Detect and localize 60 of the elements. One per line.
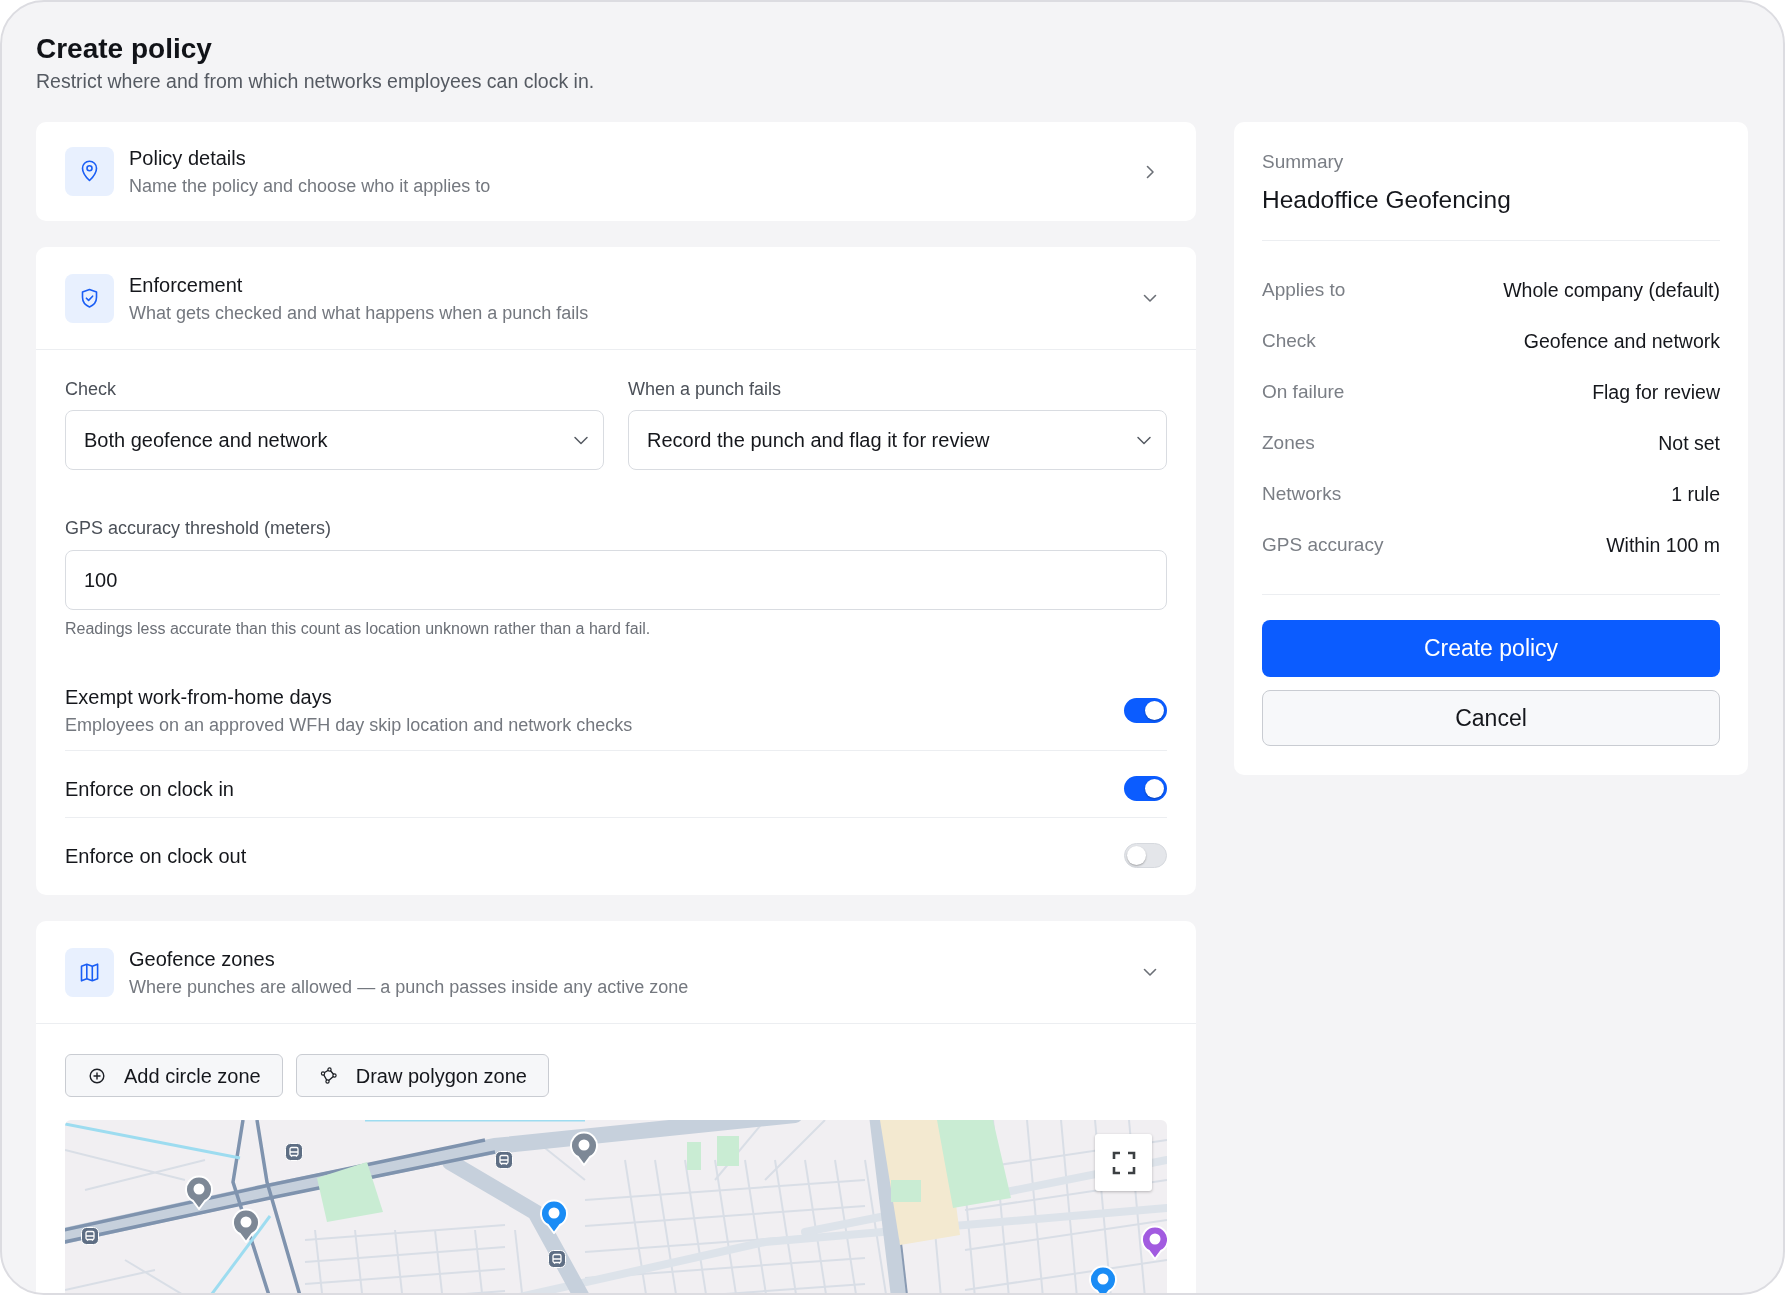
toggle-label: Enforce on clock in (65, 776, 234, 801)
fullscreen-icon (1111, 1150, 1136, 1175)
page-title: Create policy (36, 32, 213, 66)
page-subtitle: Restrict where and from which networks employees can clock in. (36, 69, 596, 94)
shield-check-icon (65, 273, 114, 323)
field-label: Check (65, 378, 118, 401)
field-label: GPS accuracy threshold (meters) (65, 517, 333, 540)
help-text: Readings less accurate than this count as location unknown rather than a hard fail. (65, 619, 652, 639)
polygon-icon (319, 1067, 337, 1084)
summary-value: Whole company (default) (1503, 277, 1720, 303)
map-pin-icon (65, 147, 114, 196)
map-pin-icon (1140, 1224, 1167, 1260)
section-subtitle: Name the policy and choose who it applies to (129, 175, 492, 198)
section-title: Policy details (129, 146, 247, 171)
summary-label: Applies to (1262, 278, 1346, 303)
summary-value: Within 100 m (1606, 532, 1720, 558)
map-pin-icon (569, 1130, 599, 1166)
section-title: Enforcement (129, 272, 244, 298)
threshold-input[interactable]: 100 (65, 550, 1167, 610)
toggle-switch[interactable] (1124, 843, 1167, 868)
summary-value: Geofence and network (1523, 328, 1720, 354)
dropdown-select[interactable]: Record the punch and flag it for review (628, 410, 1167, 470)
summary-value: Not set (1658, 430, 1720, 456)
section-title: Geofence zones (129, 946, 276, 972)
cancel-button[interactable]: Cancel (1262, 690, 1720, 746)
toggle-description: Employees on an approved WFH day skip location and network checks (65, 714, 633, 736)
summary-heading: Summary (1262, 150, 1345, 174)
park-area (687, 1142, 701, 1170)
summary-label: On failure (1262, 380, 1345, 405)
draw-polygon-button[interactable]: Draw polygon zone (295, 1054, 549, 1097)
section-subtitle: What gets checked and what happens when a punch fails (129, 301, 590, 325)
summary-value: Flag for review (1592, 379, 1720, 405)
summary-label: GPS accuracy (1262, 533, 1384, 558)
map-icon (65, 947, 114, 997)
toggle-switch[interactable] (1124, 776, 1167, 801)
summary-label: Check (1262, 329, 1316, 354)
add-zone-button[interactable]: Add circle zone (65, 1054, 283, 1097)
map-pin-icon (184, 1174, 214, 1210)
park-area (891, 1180, 921, 1202)
plus-circle-icon (89, 1067, 105, 1084)
summary-label: Zones (1262, 431, 1315, 456)
bus-stop-icon (81, 1227, 99, 1245)
park-area (717, 1136, 739, 1166)
bus-stop-icon (285, 1143, 303, 1161)
bus-stop-icon (495, 1151, 513, 1169)
toggle-switch[interactable] (1124, 698, 1167, 723)
summary-value: 1 rule (1671, 481, 1720, 507)
section-subtitle: Where punches are allowed — a punch passes inside any active zone (129, 975, 690, 999)
create-button[interactable]: Create policy (1262, 620, 1720, 677)
field-label: When a punch fails (628, 378, 783, 401)
summary-label: Networks (1262, 482, 1342, 507)
dropdown-select[interactable]: Both geofence and network (65, 410, 604, 470)
park-area (317, 1162, 383, 1222)
toggle-label: Exempt work-from-home days (65, 685, 333, 709)
fullscreen-button[interactable] (1095, 1134, 1152, 1191)
toggle-label: Enforce on clock out (65, 843, 247, 868)
bus-stop-icon (548, 1250, 566, 1268)
map-pin-icon (231, 1207, 261, 1243)
policy-name: Headoffice Geofencing (1262, 185, 1512, 215)
map-pin-icon (539, 1198, 569, 1234)
